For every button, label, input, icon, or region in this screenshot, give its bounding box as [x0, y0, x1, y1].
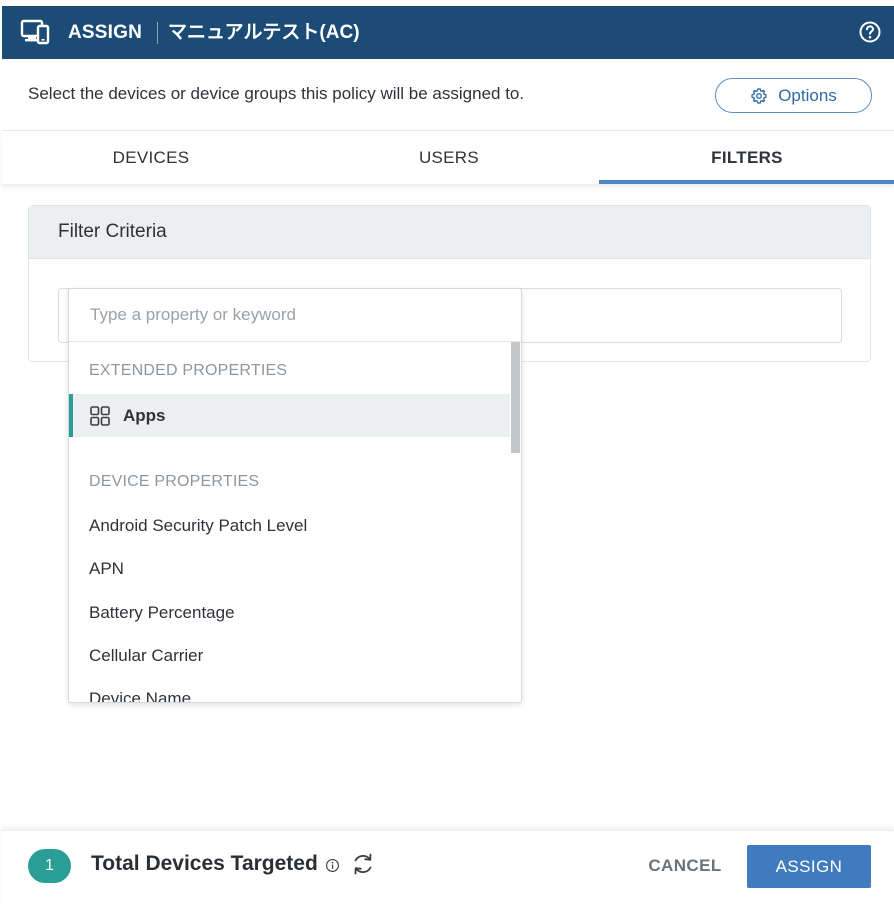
- apps-grid-icon: [90, 405, 110, 426]
- title-separator: [157, 22, 158, 44]
- list-item-android-security-patch-level[interactable]: Android Security Patch Level: [69, 504, 510, 547]
- tab-users[interactable]: USERS: [300, 131, 598, 184]
- description-row: Select the devices or device groups this…: [2, 59, 894, 131]
- tab-devices[interactable]: DEVICES: [2, 131, 300, 184]
- options-button[interactable]: Options: [715, 78, 872, 113]
- device-assign-icon: [20, 19, 50, 45]
- title-bar: ASSIGN マニュアルテスト(AC): [2, 6, 894, 59]
- list-item-device-name[interactable]: Device Name: [69, 677, 510, 703]
- total-devices-label: Total Devices Targeted: [91, 852, 318, 875]
- property-list: EXTENDED PROPERTIES Apps DEVICE PROPERTI…: [69, 342, 510, 703]
- footer-bar: 1 Total Devices Targeted CANCEL ASSIGN: [2, 830, 894, 904]
- device-count-badge: 1: [28, 849, 71, 883]
- list-item-battery-percentage[interactable]: Battery Percentage: [69, 591, 510, 634]
- assign-button[interactable]: ASSIGN: [747, 845, 871, 888]
- info-icon[interactable]: [325, 858, 340, 873]
- policy-name: マニュアルテスト(AC): [168, 22, 360, 43]
- help-icon[interactable]: [858, 20, 882, 44]
- list-item-apps[interactable]: Apps: [69, 394, 510, 437]
- assign-dialog: ASSIGN マニュアルテスト(AC) Select the devices o…: [0, 0, 894, 904]
- cancel-button[interactable]: CANCEL: [640, 845, 730, 887]
- dropdown-scrollbar[interactable]: [511, 342, 521, 702]
- refresh-icon[interactable]: [350, 851, 376, 877]
- scrollbar-thumb[interactable]: [511, 342, 520, 453]
- section-device-properties: DEVICE PROPERTIES: [89, 473, 260, 490]
- gear-icon: [751, 87, 767, 104]
- property-dropdown: EXTENDED PROPERTIES Apps DEVICE PROPERTI…: [68, 288, 522, 703]
- filter-criteria-title: Filter Criteria: [29, 206, 870, 259]
- options-label: Options: [778, 85, 837, 105]
- page-title: ASSIGN: [68, 22, 143, 43]
- list-item-apn[interactable]: APN: [69, 547, 510, 590]
- tab-bar: DEVICES USERS FILTERS: [2, 131, 894, 184]
- tab-filters[interactable]: FILTERS: [598, 131, 894, 184]
- list-item-cellular-carrier[interactable]: Cellular Carrier: [69, 634, 510, 677]
- section-extended-properties: EXTENDED PROPERTIES: [89, 362, 288, 379]
- description-text: Select the devices or device groups this…: [28, 84, 525, 103]
- list-item-label: Apps: [123, 405, 166, 425]
- property-search-input[interactable]: [69, 289, 521, 341]
